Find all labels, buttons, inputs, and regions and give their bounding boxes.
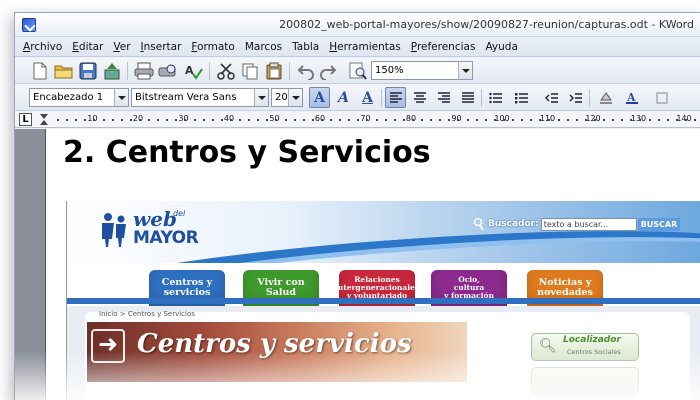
menu-item-ver[interactable]: Ver — [113, 41, 130, 53]
menu-item-insertar[interactable]: Insertar — [141, 41, 182, 53]
italic-button[interactable]: A — [333, 87, 354, 108]
localizador-subtitle: Centros Sociales — [567, 348, 621, 356]
kword-app-icon[interactable] — [22, 18, 36, 32]
website-tab-label: novedades — [537, 287, 593, 298]
zoom-value: 150% — [375, 65, 404, 76]
format-toolbar: Encabezado 1 Bitstream Vera Sans 20 A A … — [15, 85, 700, 111]
decrease-indent-icon[interactable] — [541, 87, 562, 108]
paragraph-style-select[interactable]: Encabezado 1 — [29, 88, 129, 107]
increase-indent-icon[interactable] — [565, 87, 586, 108]
localizador-title: Localizador — [563, 335, 621, 345]
website-tab-label: servicios — [163, 287, 211, 298]
chevron-down-icon[interactable] — [458, 62, 472, 79]
menu-bar: Archivo Editar Ver Insertar Formato Marcos Tab… — [15, 37, 700, 57]
menu-item-tabla[interactable]: Tabla — [292, 41, 319, 53]
print-icon[interactable] — [133, 60, 155, 82]
zoom-select[interactable]: 150% — [371, 61, 473, 80]
people-logo-icon — [102, 213, 126, 247]
logo-mayor-text: MAYOR — [133, 228, 199, 248]
magnifier-icon: 🔍︎ — [539, 338, 557, 354]
font-size-select[interactable]: 20 — [271, 88, 303, 107]
font-family-value: Bitstream Vera Sans — [135, 92, 237, 103]
search-label: Buscador: — [488, 219, 539, 229]
banner-title: Centros y servicios — [137, 329, 412, 359]
search-icon — [473, 217, 484, 231]
chevron-down-icon[interactable] — [254, 89, 268, 106]
ruler[interactable]: L 102030405060708090100110120130140 — [15, 112, 700, 128]
menu-item-herramientas[interactable]: Herramientas — [329, 41, 401, 53]
breadcrumb[interactable]: Inicio > Centros y Servicios — [99, 310, 195, 318]
document-area: 2. Centros y Servicios web del MAYOR Bus… — [15, 129, 700, 400]
copy-icon[interactable] — [239, 60, 261, 82]
zoom-icon[interactable] — [347, 60, 369, 82]
save-icon[interactable] — [77, 60, 99, 82]
search-input[interactable]: texto a buscar... — [540, 217, 637, 231]
website-tab-label: Salud — [265, 287, 297, 298]
chevron-down-icon[interactable] — [288, 89, 302, 106]
logo-del-text: del — [173, 209, 186, 218]
text-color-icon[interactable]: A — [621, 87, 642, 108]
highlight-color-icon[interactable] — [595, 87, 616, 108]
menu-item-ayuda[interactable]: Ayuda — [485, 41, 517, 53]
paste-icon[interactable] — [263, 60, 285, 82]
title-bar: 200802_web-portal-mayores/show/20090827-… — [15, 13, 700, 37]
indent-marker-icon[interactable] — [40, 114, 48, 125]
window-title: 200802_web-portal-mayores/show/20090827-… — [279, 18, 694, 31]
arrow-right-icon — [91, 329, 125, 363]
border-icon[interactable] — [651, 87, 672, 108]
align-justify-button[interactable] — [457, 87, 478, 108]
paragraph-style-value: Encabezado 1 — [33, 92, 104, 103]
print-preview-icon[interactable] — [157, 60, 179, 82]
font-family-select[interactable]: Bitstream Vera Sans — [131, 88, 269, 107]
document-page[interactable]: 2. Centros y Servicios web del MAYOR Bus… — [45, 129, 700, 400]
align-center-button[interactable] — [409, 87, 430, 108]
redo-icon[interactable] — [317, 60, 339, 82]
localizador-secondary-button[interactable] — [531, 367, 639, 395]
new-document-icon[interactable] — [29, 60, 51, 82]
align-left-button[interactable] — [385, 87, 406, 108]
ruler-corner-tab-selector[interactable]: L — [19, 113, 32, 126]
spellcheck-icon[interactable]: A — [183, 60, 205, 82]
document-heading[interactable]: 2. Centros y Servicios — [63, 135, 431, 170]
chevron-down-icon[interactable] — [114, 89, 128, 106]
upload-icon[interactable] — [101, 60, 123, 82]
website-search: Buscador: texto a buscar... BUSCAR — [473, 217, 681, 231]
font-size-value: 20 — [275, 92, 288, 103]
underline-button[interactable]: A — [357, 87, 378, 108]
menu-item-marcos[interactable]: Marcos — [245, 41, 282, 53]
search-button[interactable]: BUSCAR — [637, 217, 681, 231]
menu-item-editar[interactable]: Editar — [72, 41, 103, 53]
cut-icon[interactable] — [215, 60, 237, 82]
bullet-list-icon[interactable] — [485, 87, 506, 108]
undo-icon[interactable] — [295, 60, 317, 82]
bold-button[interactable]: A — [309, 87, 330, 108]
open-folder-icon[interactable] — [53, 60, 75, 82]
kword-window: 200802_web-portal-mayores/show/20090827-… — [14, 12, 700, 400]
embedded-website-screenshot[interactable]: web del MAYOR Buscador: texto a buscar..… — [66, 201, 700, 400]
numbered-list-icon[interactable] — [511, 87, 532, 108]
menu-item-formato[interactable]: Formato — [191, 41, 234, 53]
menu-item-archivo[interactable]: Archivo — [23, 41, 62, 53]
main-toolbar: A 150% — [15, 58, 700, 84]
menu-item-preferencias[interactable]: Preferencias — [411, 41, 476, 53]
align-right-button[interactable] — [433, 87, 454, 108]
